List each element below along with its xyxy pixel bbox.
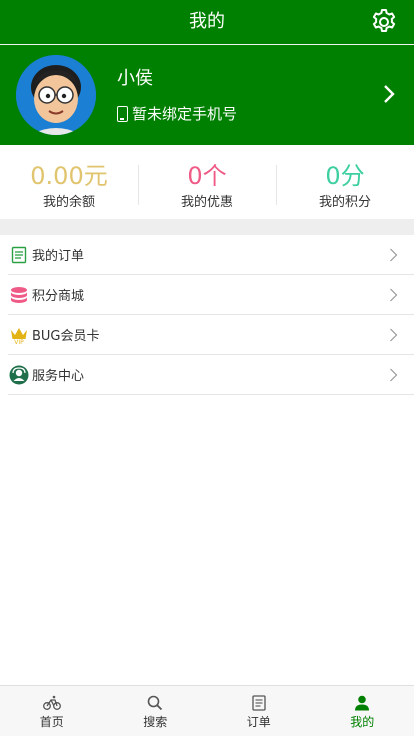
- coupons-value: 0个: [187, 162, 227, 190]
- chevron-right-icon[interactable]: [382, 83, 396, 105]
- menu-list: 我的订单 积分商城 VIP BUG会员卡 服务中心: [0, 235, 414, 395]
- header: 我的: [0, 0, 414, 45]
- menu-item-points-mall[interactable]: 积分商城: [8, 275, 414, 315]
- points-label: 我的积分: [318, 195, 371, 210]
- points-value: 0分: [325, 162, 365, 190]
- tab-mine[interactable]: 我的: [311, 686, 414, 736]
- service-icon: [9, 365, 29, 385]
- bike-icon: [42, 694, 61, 712]
- menu-label: BUG会员卡: [32, 329, 100, 344]
- menu-item-service-center[interactable]: 服务中心: [8, 355, 414, 395]
- avatar[interactable]: [16, 55, 96, 135]
- vip-crown-icon: VIP: [9, 325, 29, 345]
- user-name: 小侯: [117, 68, 153, 89]
- page-title: 我的: [189, 11, 225, 32]
- menu-label: 积分商城: [32, 289, 85, 304]
- phone-status-text: 暂未绑定手机号: [132, 105, 238, 123]
- stats-bar: 0.00元 我的余额 0个 我的优惠 0分 我的积分: [0, 145, 414, 219]
- stat-points[interactable]: 0分 我的积分: [276, 145, 414, 219]
- svg-text:VIP: VIP: [14, 339, 24, 345]
- tab-search[interactable]: 搜索: [104, 686, 208, 736]
- menu-label: 服务中心: [32, 369, 85, 384]
- profile-card[interactable]: 小侯 暂未绑定手机号: [0, 45, 414, 145]
- page: 我的 小侯 暂未绑定手机号 0.00元 我的余额 0个 我的优惠 0分 我的积分…: [0, 0, 414, 736]
- order-icon: [250, 694, 268, 712]
- menu-item-orders[interactable]: 我的订单: [8, 235, 414, 275]
- tab-label: 搜索: [143, 715, 168, 729]
- balance-label: 我的余额: [42, 195, 95, 210]
- tab-home[interactable]: 首页: [0, 686, 104, 736]
- tab-label: 我的: [350, 715, 375, 729]
- coupons-label: 我的优惠: [180, 195, 233, 210]
- phone-binding[interactable]: 暂未绑定手机号: [117, 103, 237, 124]
- phone-icon: [117, 105, 128, 122]
- user-icon: [353, 694, 371, 712]
- chevron-right-icon: [390, 288, 398, 302]
- chevron-right-icon: [390, 248, 398, 262]
- menu-label: 我的订单: [32, 249, 85, 264]
- chevron-right-icon: [390, 368, 398, 382]
- section-divider: [0, 219, 414, 235]
- menu-item-vip-card[interactable]: VIP BUG会员卡: [8, 315, 414, 355]
- chevron-right-icon: [390, 328, 398, 342]
- gear-icon[interactable]: [370, 8, 398, 36]
- stat-balance[interactable]: 0.00元 我的余额: [0, 145, 138, 219]
- order-list-icon: [9, 245, 29, 265]
- search-icon: [146, 694, 164, 712]
- tab-orders[interactable]: 订单: [207, 686, 311, 736]
- tab-label: 订单: [246, 715, 271, 729]
- tab-label: 首页: [39, 715, 64, 729]
- coins-stack-icon: [9, 285, 29, 305]
- stat-coupons[interactable]: 0个 我的优惠: [138, 145, 276, 219]
- balance-value: 0.00元: [30, 162, 108, 190]
- bottom-tab-bar: 首页 搜索 订单 我的: [0, 685, 414, 736]
